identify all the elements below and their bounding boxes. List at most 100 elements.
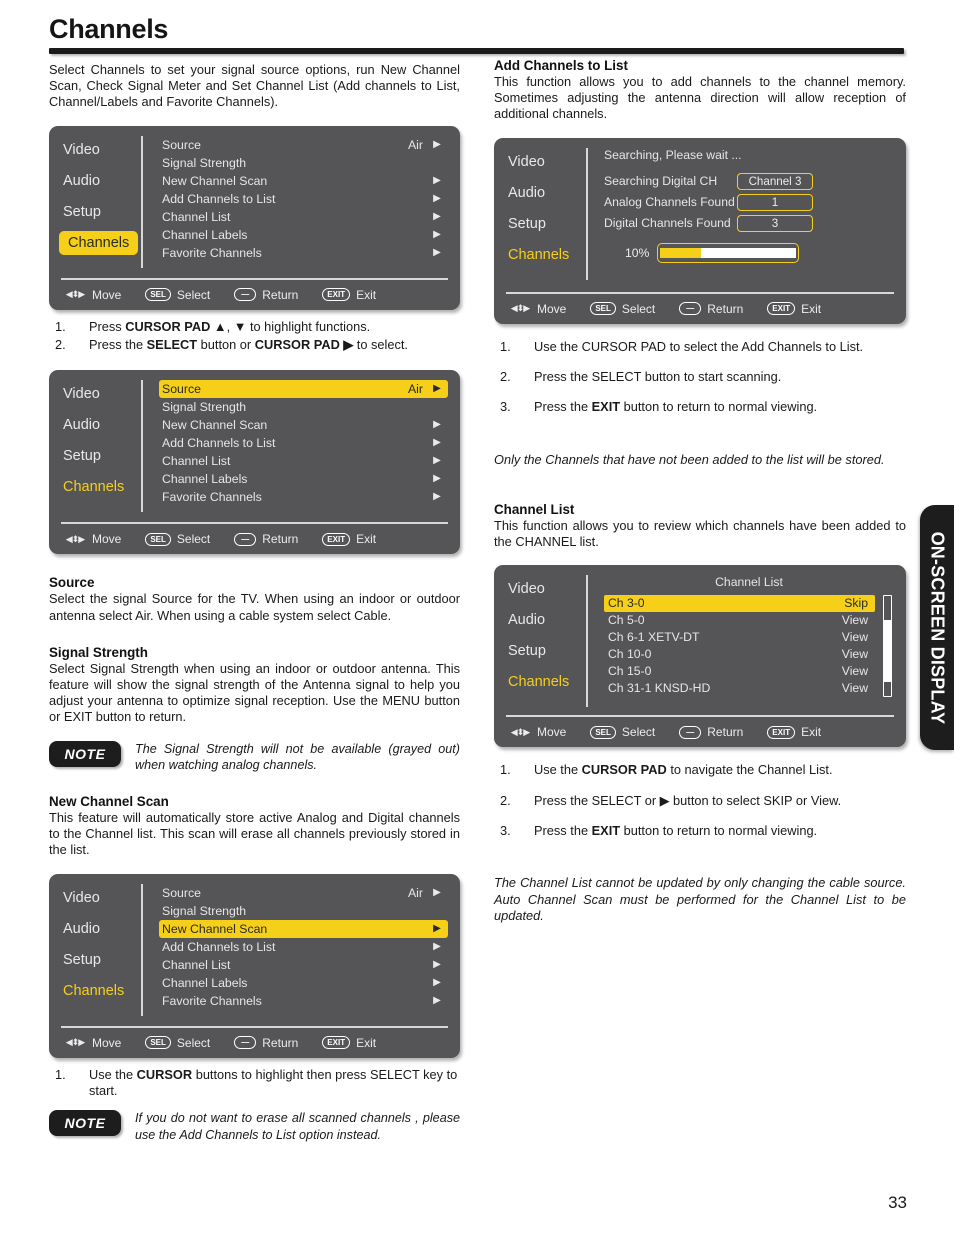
osd-category-setup[interactable]: Setup (63, 444, 141, 468)
osd-footer-hints: ◀⬍▶ Move SEL Select — Return EXIT Exit (506, 715, 894, 747)
cursor-pad-icon: ◀⬍▶ (510, 726, 530, 737)
osd-menu-item-channel-labels[interactable]: Channel Labels ▶ (159, 974, 448, 992)
scan-row-value: 3 (737, 214, 813, 232)
osd-category-audio[interactable]: Audio (508, 608, 586, 632)
osd-hint-label: Return (262, 287, 299, 302)
osd-body: Video Audio Setup Channels Searching, Please… (494, 138, 906, 280)
osd-menu-label: Channel Labels (162, 472, 248, 487)
osd-menu-item-source[interactable]: Source Air ▶ (159, 884, 448, 902)
osd-menu-item-channel-labels[interactable]: Channel Labels ▶ (159, 470, 448, 488)
osd-menu-item-signal-strength[interactable]: Signal Strength (159, 398, 448, 416)
osd-footer-hints: ◀⬍▶ Move SEL Select — Return EXIT Exit (61, 522, 448, 554)
osd-hint-label: Return (707, 725, 744, 740)
osd-menu-item-signal-strength[interactable]: Signal Strength (159, 902, 448, 920)
osd-menu-label: Channel List (162, 209, 231, 224)
step-number: 1. (55, 1066, 66, 1082)
channel-list-row[interactable]: Ch 10-0 View (604, 646, 875, 663)
channel-name: Ch 6-1 XETV-DT (608, 630, 700, 645)
osd-hint-label: Move (537, 301, 567, 316)
osd-menu-column: Source Air ▶ Signal Strength New Channel Sca… (143, 884, 448, 1016)
osd-footer-hints: ◀⬍▶ Move SEL Select — Return EXIT Exit (506, 291, 894, 324)
step-text: Press the EXIT button to return to norma… (534, 823, 818, 839)
osd-hint-label: Exit (801, 725, 822, 740)
osd-menu-item-add-channels-to-list[interactable]: Add Channels to List ▶ (159, 190, 448, 208)
osd-menu-item-new-channel-scan[interactable]: New Channel Scan ▶ (159, 416, 448, 434)
step-item: 1. Use the CURSOR PAD to select the Add C… (494, 339, 906, 355)
channel-list-row[interactable]: Ch 6-1 XETV-DT View (604, 629, 875, 646)
osd-category-audio[interactable]: Audio (63, 169, 141, 193)
channel-list-row[interactable]: Ch 5-0 View (604, 612, 875, 629)
osd-hint-label: Select (176, 1035, 211, 1050)
page-number: 33 (888, 1193, 907, 1212)
scan-status-text: Searching, Please wait ... (604, 147, 742, 162)
steps-menu-navigation: 1. Press CURSOR PAD ▲, ▼ to highlight fun… (49, 319, 460, 354)
osd-menu-item-signal-strength[interactable]: Signal Strength (159, 154, 448, 172)
osd-scan-column: Searching, Please wait ... Searching Digi… (588, 148, 894, 280)
osd-category-video[interactable]: Video (63, 886, 141, 910)
osd-category-audio[interactable]: Audio (63, 413, 141, 437)
osd-hint-return: — Return (679, 725, 743, 739)
osd-category-setup[interactable]: Setup (508, 639, 586, 663)
return-key-icon: — (234, 1036, 257, 1050)
osd-footer-hints: ◀⬍▶ Move SEL Select — Return EXIT Exit (61, 277, 448, 310)
step-item: 2. Press the SELECT or ▶ button to select… (494, 793, 906, 809)
osd-category-channels[interactable]: Channels (63, 475, 141, 499)
chevron-right-icon: ▶ (433, 473, 441, 485)
osd-category-channels[interactable]: Channels (59, 230, 139, 255)
osd-category-video[interactable]: Video (508, 577, 586, 601)
osd-category-audio[interactable]: Audio (508, 181, 586, 205)
osd-menu-item-favorite-channels[interactable]: Favorite Channels ▶ (159, 244, 448, 262)
osd-menu-label: Add Channels to List (162, 939, 276, 954)
osd-hint-label: Move (537, 725, 567, 740)
osd-menu-item-add-channels-to-list[interactable]: Add Channels to List ▶ (159, 938, 448, 956)
osd-category-setup[interactable]: Setup (63, 948, 141, 972)
osd-hint-label: Select (621, 725, 656, 740)
chevron-right-icon: ▶ (433, 192, 441, 204)
step-text: Press the SELECT button or CURSOR PAD ▶ … (89, 337, 408, 353)
step-item: 3. Press the EXIT button to return to nor… (494, 823, 906, 839)
channel-list-row[interactable]: Ch 31-1 KNSD-HD View (604, 680, 875, 697)
osd-category-setup[interactable]: Setup (508, 212, 586, 236)
step-text: Press the SELECT button to start scannin… (534, 369, 782, 385)
osd-menu-item-source[interactable]: Source Air ▶ (159, 136, 448, 154)
step-text: Use the CURSOR buttons to highlight then… (89, 1066, 458, 1099)
exit-key-icon: EXIT (322, 1036, 351, 1050)
step-number: 2. (500, 369, 511, 385)
osd-menu-item-channel-list[interactable]: Channel List ▶ (159, 956, 448, 974)
osd-spacer (494, 280, 906, 292)
osd-category-video[interactable]: Video (63, 138, 141, 162)
osd-category-video[interactable]: Video (508, 150, 586, 174)
steps-channel-list: 1. Use the CURSOR PAD to navigate the Cha… (494, 762, 906, 839)
osd-menu-item-new-channel-scan[interactable]: New Channel Scan ▶ (159, 919, 448, 938)
channel-list-row[interactable]: Ch 3-0 Skip (604, 595, 875, 613)
osd-spacer (49, 268, 460, 278)
osd-menu-item-favorite-channels[interactable]: Favorite Channels ▶ (159, 488, 448, 506)
channel-list-row[interactable]: Ch 15-0 View (604, 663, 875, 680)
osd-category-channels[interactable]: Channels (508, 670, 586, 694)
return-key-icon: — (679, 725, 702, 739)
osd-category-channels[interactable]: Channels (508, 243, 586, 267)
osd-category-setup[interactable]: Setup (63, 200, 141, 224)
text-source: Select the signal Source for the TV. Whe… (49, 591, 460, 623)
osd-category-video[interactable]: Video (63, 382, 141, 406)
osd-menu-value: Air (407, 137, 423, 152)
osd-menu-column: Source Air ▶ Signal Strength New Channel Sca… (143, 380, 448, 512)
channel-list-scrollbar[interactable] (883, 595, 892, 698)
osd-menu-item-new-channel-scan[interactable]: New Channel Scan ▶ (159, 172, 448, 190)
osd-category-audio[interactable]: Audio (63, 917, 141, 941)
osd-menu-value: Air (407, 885, 423, 900)
osd-hint-move: ◀⬍▶ Move (509, 301, 567, 316)
osd-category-channels[interactable]: Channels (63, 979, 141, 1003)
scrollbar-thumb[interactable] (884, 620, 891, 683)
osd-menu-item-favorite-channels[interactable]: Favorite Channels ▶ (159, 992, 448, 1010)
osd-menu-item-channel-labels[interactable]: Channel Labels ▶ (159, 226, 448, 244)
osd-menu-item-add-channels-to-list[interactable]: Add Channels to List ▶ (159, 434, 448, 452)
osd-menu-item-channel-list[interactable]: Channel List ▶ (159, 208, 448, 226)
osd-category-column: Video Audio Setup Channels (59, 135, 143, 268)
osd-menu-item-source[interactable]: Source Air ▶ (159, 380, 448, 399)
chevron-right-icon: ▶ (433, 491, 441, 503)
intro-paragraph: Select Channels to set your signal sourc… (49, 62, 460, 110)
osd-menu-item-channel-list[interactable]: Channel List ▶ (159, 452, 448, 470)
osd-category-row: Channels (59, 230, 141, 262)
osd-hint-exit: EXIT Exit (322, 1036, 376, 1050)
